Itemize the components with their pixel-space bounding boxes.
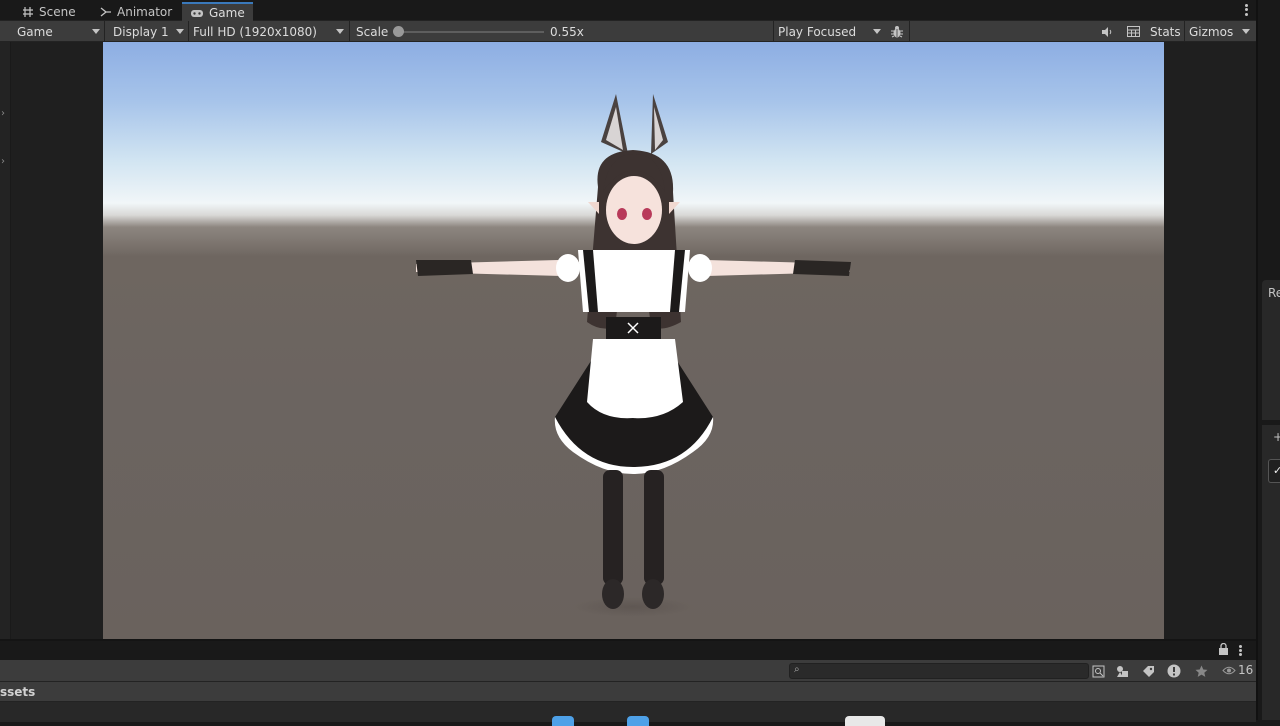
warning-filter-icon[interactable]	[1166, 663, 1182, 679]
add-icon[interactable]: +	[1273, 430, 1280, 444]
project-toolbar: ⌕ 16	[0, 660, 1256, 682]
game-toolbar: Game Display 1 Full HD (1920x1080) Scale…	[0, 21, 1256, 42]
bug-icon[interactable]	[887, 22, 907, 41]
game-viewport[interactable]	[103, 42, 1164, 639]
chevron-down-icon	[873, 29, 881, 34]
play-mode-label: Play Focused	[778, 24, 857, 39]
left-rail: › ›	[0, 42, 11, 639]
speaker-icon[interactable]	[1098, 22, 1116, 41]
grid-layout-icon[interactable]	[1124, 22, 1142, 41]
scale-slider-track[interactable]	[398, 31, 544, 33]
tab-scene-label: Scene	[39, 4, 76, 19]
chevron-down-icon	[336, 29, 344, 34]
tab-scene[interactable]: Scene	[14, 2, 84, 21]
scale-label: Scale	[356, 24, 389, 39]
avatar-character-render	[416, 94, 851, 617]
chevron-down-icon	[1242, 29, 1250, 34]
favorites-star-icon[interactable]	[1193, 663, 1209, 679]
chevron-down-icon	[92, 29, 100, 34]
animator-icon	[100, 6, 111, 17]
chevron-down-icon	[176, 29, 184, 34]
scale-slider-handle[interactable]	[393, 26, 404, 37]
hidden-packages-counter[interactable]: 16	[1222, 663, 1253, 677]
tab-animator[interactable]: Animator	[92, 2, 180, 21]
asset-thumbnail[interactable]	[552, 716, 574, 726]
asset-thumbnail[interactable]	[627, 716, 649, 726]
play-mode-dropdown[interactable]: Play Focused	[773, 22, 885, 41]
project-panel-header	[0, 641, 1256, 660]
display-dropdown[interactable]: Display 1	[108, 22, 188, 41]
asset-grid	[0, 702, 1256, 726]
view-mode-dropdown[interactable]: Game	[12, 22, 104, 41]
chevron-right-icon[interactable]: ›	[1, 156, 5, 167]
filter-by-type-icon[interactable]	[1114, 663, 1130, 679]
tab-animator-label: Animator	[117, 4, 173, 19]
chevron-right-icon[interactable]: ›	[1, 108, 5, 119]
inspector-panel-edge: Re + ✓	[1256, 0, 1280, 720]
editor-tab-bar: Scene Animator Game	[0, 0, 1256, 21]
stats-button[interactable]: Stats	[1150, 22, 1181, 41]
tab-game[interactable]: Game	[182, 2, 253, 21]
gizmos-dropdown[interactable]: Gizmos	[1184, 22, 1254, 41]
inspector-label: Re	[1268, 286, 1280, 300]
resolution-label: Full HD (1920x1080)	[193, 24, 317, 39]
hidden-count: 16	[1238, 663, 1254, 677]
search-by-type-icon[interactable]	[1090, 663, 1106, 679]
panel-menu-icon[interactable]	[1236, 644, 1244, 657]
view-mode-label: Game	[17, 24, 53, 39]
asset-search-input[interactable]: ⌕	[789, 663, 1089, 679]
grid-icon	[23, 6, 33, 17]
tab-game-label: Game	[209, 5, 245, 20]
breadcrumb-assets[interactable]: ssets	[0, 685, 35, 699]
scale-value: 0.55x	[550, 24, 584, 39]
gamepad-icon	[191, 9, 203, 17]
label-tag-icon[interactable]	[1140, 663, 1156, 679]
asset-thumbnail[interactable]	[845, 716, 885, 726]
tab-menu-icon[interactable]	[1240, 3, 1252, 17]
project-panel: ⌕ 16 ssets	[0, 639, 1256, 726]
enabled-checkbox[interactable]: ✓	[1268, 459, 1280, 483]
gizmos-label: Gizmos	[1189, 24, 1234, 39]
breadcrumb: ssets	[0, 682, 1256, 702]
eye-icon	[1222, 666, 1236, 674]
search-icon: ⌕	[794, 664, 800, 675]
resolution-dropdown[interactable]: Full HD (1920x1080)	[188, 22, 348, 41]
lock-icon[interactable]	[1218, 642, 1229, 658]
display-label: Display 1	[113, 24, 169, 39]
